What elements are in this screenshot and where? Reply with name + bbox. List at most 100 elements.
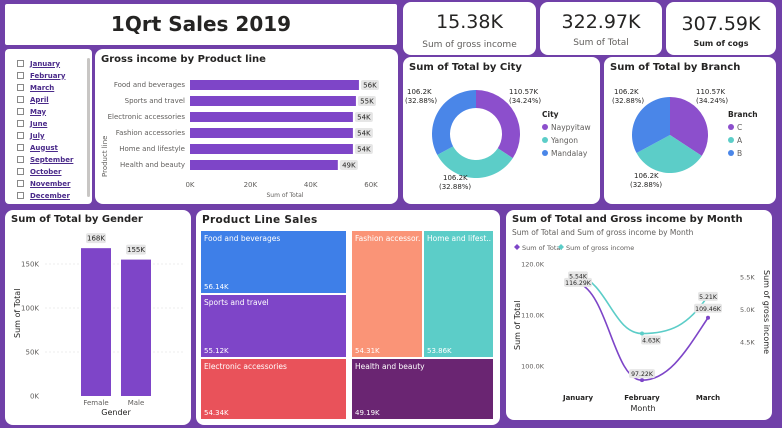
legend-item[interactable]: Naypyitaw <box>551 123 591 132</box>
bar[interactable] <box>190 96 356 106</box>
checkbox[interactable] <box>17 120 24 127</box>
checkbox[interactable] <box>17 96 24 103</box>
city-label-naypyitaw: 110.57K <box>509 88 538 96</box>
bar[interactable] <box>190 128 353 138</box>
slicer-item-label: July <box>30 131 45 140</box>
branch-pct-c: (34.24%) <box>696 97 728 105</box>
legend-item[interactable]: A <box>737 136 743 145</box>
category-label: Fashion accessories <box>116 129 186 137</box>
city-label-yangon: 106.2K <box>443 174 468 182</box>
slicer-item-label: March <box>30 83 55 92</box>
y-tick-label: 150K <box>21 261 39 269</box>
branch-legend-title: Branch <box>728 110 758 119</box>
treemap-cell-sports[interactable]: Sports and travel 55.12K <box>200 294 347 358</box>
kpi-total[interactable]: 322.97K Sum of Total <box>540 2 662 55</box>
slice-mandalay[interactable] <box>432 90 476 155</box>
treemap-cell-home[interactable]: Home and lifest... 53.86K <box>423 230 494 358</box>
slicer-item-label: August <box>30 143 58 152</box>
slicer-scrollbar[interactable] <box>87 58 90 197</box>
legend-marker <box>514 244 520 250</box>
bar-female[interactable] <box>81 248 111 396</box>
slicer-item-february[interactable]: February <box>17 70 82 81</box>
bar-male[interactable] <box>121 259 151 396</box>
slicer-item-label: November <box>30 179 71 188</box>
gender-card: Sum of Total by Gender Sum of Total Gend… <box>5 210 191 425</box>
checkbox[interactable] <box>17 144 24 151</box>
slicer-item-october[interactable]: October <box>17 166 82 177</box>
bar[interactable] <box>190 160 338 170</box>
slicer-item-april[interactable]: April <box>17 94 82 105</box>
gender-bar-chart: Sum of Total Gender 0K 50K 100K 150K 168K Fem… <box>13 233 185 417</box>
treemap-cell-electronic[interactable]: Electronic accessories 54.34K <box>200 358 347 420</box>
title-card: 1Qrt Sales 2019 <box>5 4 397 45</box>
y-tick-label: 50K <box>26 349 40 357</box>
slicer-item-december[interactable]: December <box>17 190 82 201</box>
treemap-card: Product Line Sales Food and beverages 56… <box>196 210 500 425</box>
category-label: Sports and travel <box>125 97 185 105</box>
x-tick-label: Female <box>83 399 108 407</box>
gross-income-card: Gross income by Product line Product lin… <box>95 49 398 204</box>
slicer-item-label: September <box>30 155 74 164</box>
data-point[interactable] <box>640 378 644 383</box>
legend-item[interactable]: Mandalay <box>551 149 588 158</box>
total-line[interactable] <box>577 282 709 381</box>
checkbox[interactable] <box>17 60 24 67</box>
legend-item[interactable]: Yangon <box>550 136 578 145</box>
legend-item[interactable]: Sum of gross income <box>566 244 634 252</box>
data-label: 54K <box>357 146 371 154</box>
city-label-mandalay: 106.2K <box>407 88 432 96</box>
slicer-item-label: April <box>30 95 49 104</box>
checkbox[interactable] <box>17 168 24 175</box>
slicer-item-september[interactable]: September <box>17 154 82 165</box>
y-left-tick-label: 100.0K <box>521 363 545 371</box>
legend-item[interactable]: Sum of Total <box>522 244 562 252</box>
data-label: 116.29K <box>565 280 592 287</box>
slicer-item-august[interactable]: August <box>17 142 82 153</box>
data-point[interactable] <box>706 315 710 320</box>
kpi-cogs[interactable]: 307.59K Sum of cogs <box>666 2 776 55</box>
slicer-item-july[interactable]: July <box>17 130 82 141</box>
legend-marker <box>542 137 548 143</box>
treemap-cell-fashion[interactable]: Fashion accessor... 54.31K <box>351 230 423 358</box>
legend-item[interactable]: C <box>737 123 742 132</box>
cell-name: Electronic accessories <box>204 362 287 371</box>
bar[interactable] <box>190 80 359 90</box>
legend-marker <box>542 124 548 130</box>
slicer-item-november[interactable]: November <box>17 178 82 189</box>
y-axis-title: Product line <box>101 136 109 177</box>
slicer-item-label: January <box>30 59 61 68</box>
slicer-item-june[interactable]: June <box>17 118 82 129</box>
city-pct-naypyitaw: (34.24%) <box>509 97 541 105</box>
treemap-cell-health[interactable]: Health and beauty 49.19K <box>351 358 494 420</box>
checkbox[interactable] <box>17 132 24 139</box>
data-label: 55K <box>360 98 374 106</box>
kpi-value: 307.59K <box>681 13 761 35</box>
kpi-gross-income[interactable]: 15.38K Sum of gross income <box>403 2 536 55</box>
slicer-item-march[interactable]: March <box>17 82 82 93</box>
checkbox[interactable] <box>17 156 24 163</box>
cell-name: Fashion accessor... <box>355 234 420 243</box>
legend-item[interactable]: B <box>737 149 742 158</box>
data-point[interactable] <box>640 331 644 336</box>
bar[interactable] <box>190 112 353 122</box>
checkbox[interactable] <box>17 84 24 91</box>
month-card: Sum of Total and Gross income by Month S… <box>506 210 772 420</box>
slicer-item-label: June <box>30 119 48 128</box>
checkbox[interactable] <box>17 192 24 199</box>
checkbox[interactable] <box>17 180 24 187</box>
slicer-item-january[interactable]: January <box>17 58 82 69</box>
treemap-cell-food[interactable]: Food and beverages 56.14K <box>200 230 347 294</box>
bar[interactable] <box>190 144 353 154</box>
data-label: 97.22K <box>631 371 654 378</box>
slicer-item-label: December <box>30 191 70 200</box>
gross-income-bar-chart: Product line Sum of Total 0K 20K 40K 60K Foo… <box>101 80 379 199</box>
y-right-tick-label: 5.0K <box>740 306 755 314</box>
slicer-item-may[interactable]: May <box>17 106 82 117</box>
checkbox[interactable] <box>17 108 24 115</box>
data-label: 155K <box>127 246 145 254</box>
checkbox[interactable] <box>17 72 24 79</box>
y-left-tick-label: 110.0K <box>521 312 545 320</box>
x-tick-label: 0K <box>185 181 194 189</box>
x-tick-label: Male <box>128 399 145 407</box>
legend-marker <box>542 150 548 156</box>
